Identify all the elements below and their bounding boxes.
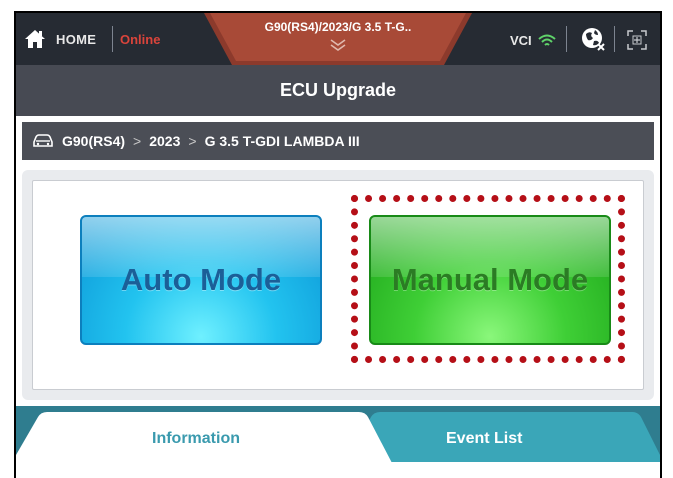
tab-content-area <box>16 462 660 478</box>
car-icon <box>33 134 53 147</box>
breadcrumb: G90(RS4) > 2023 > G 3.5 T-GDI LAMBDA III <box>22 122 654 160</box>
tab-event-list[interactable]: Event List <box>446 430 522 448</box>
home-label[interactable]: HOME <box>56 32 96 47</box>
globe-icon[interactable] <box>580 26 606 52</box>
divider <box>614 26 615 52</box>
breadcrumb-separator: > <box>188 133 197 149</box>
mode-panel: Auto Mode Manual Mode <box>22 170 654 400</box>
manual-mode-button[interactable]: Manual Mode <box>369 215 611 345</box>
breadcrumb-item-model[interactable]: G90(RS4) <box>62 133 125 149</box>
manual-mode-label: Manual Mode <box>391 262 589 297</box>
breadcrumb-item-engine[interactable]: G 3.5 T-GDI LAMBDA III <box>205 133 360 149</box>
tab-shapes <box>16 412 660 463</box>
mode-panel-inner: Auto Mode Manual Mode <box>32 180 644 390</box>
divider <box>112 26 113 52</box>
wifi-icon <box>538 34 556 46</box>
divider <box>566 26 567 52</box>
breadcrumb-item-year[interactable]: 2023 <box>149 133 180 149</box>
vci-label: VCI <box>510 33 532 48</box>
tab-information[interactable]: Information <box>152 430 240 448</box>
connection-status: Online <box>120 32 161 47</box>
status-bar: HOME Online G90(RS4)/2023/G 3.5 T-G.. VC… <box>16 13 660 65</box>
auto-mode-label: Auto Mode <box>120 262 282 297</box>
vehicle-title[interactable]: G90(RS4)/2023/G 3.5 T-G.. <box>204 20 472 34</box>
breadcrumb-separator: > <box>133 133 142 149</box>
fit-screen-icon[interactable] <box>626 29 648 51</box>
app-frame: HOME Online G90(RS4)/2023/G 3.5 T-G.. VC… <box>14 11 662 478</box>
home-icon[interactable] <box>24 29 46 49</box>
title-bar: ECU Upgrade <box>16 65 660 116</box>
tab-bar: Information Event List <box>16 411 660 463</box>
page-title: ECU Upgrade <box>279 80 396 100</box>
auto-mode-button[interactable]: Auto Mode <box>80 215 322 345</box>
expand-chevron-icon[interactable] <box>328 38 348 52</box>
